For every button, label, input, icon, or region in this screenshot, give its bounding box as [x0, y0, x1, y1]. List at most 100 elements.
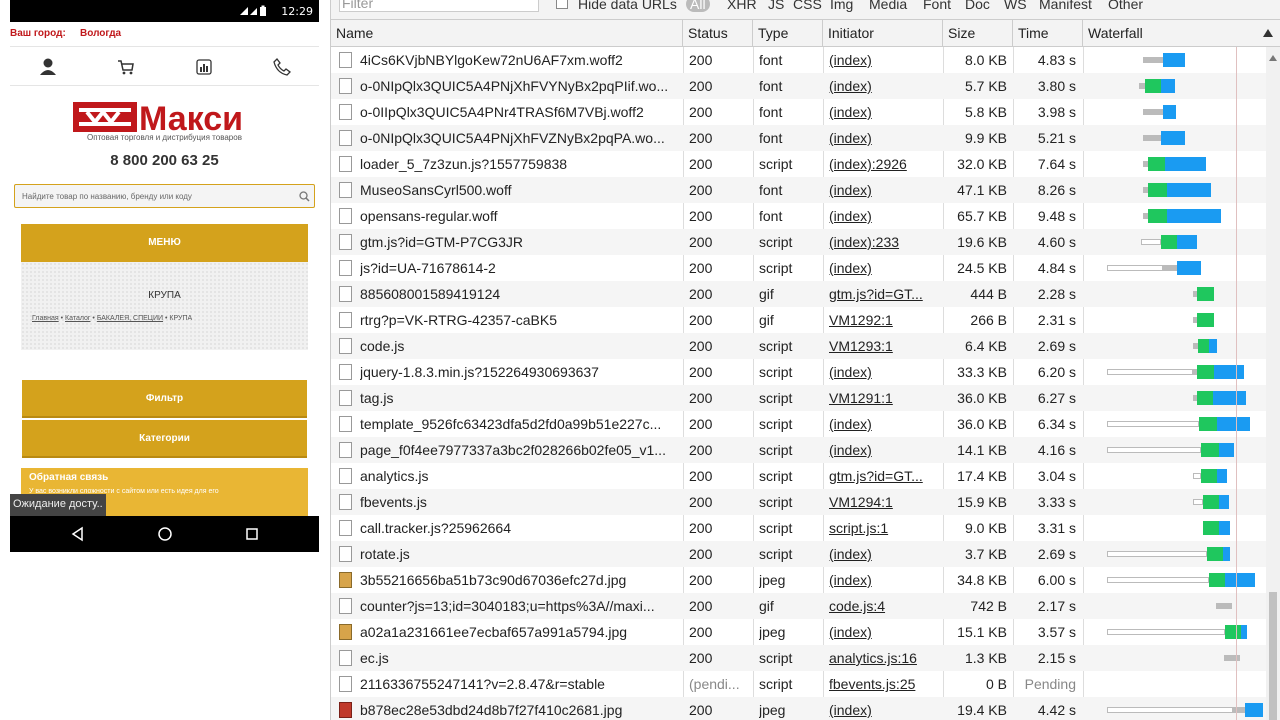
request-initiator[interactable]: VM1292:1	[829, 307, 937, 333]
request-initiator[interactable]: script.js:1	[829, 515, 937, 541]
cart-icon[interactable]	[116, 57, 136, 77]
column-name[interactable]: Name	[331, 20, 683, 47]
request-row[interactable]: o-0NIpQlx3QUIC5A4PNjXhFVYNyBx2pqPIif.wo.…	[331, 73, 1280, 99]
request-initiator[interactable]: fbevents.js:25	[829, 671, 937, 697]
column-initiator[interactable]: Initiator	[823, 20, 943, 47]
request-row[interactable]: 2116336755247141?v=2.8.47&r=stable (pendi…	[331, 671, 1280, 697]
request-row[interactable]: call.tracker.js?25962664 200 script script.…	[331, 515, 1280, 541]
request-row[interactable]: ec.js 200 script analytics.js:16 1.3 KB 2.15 …	[331, 645, 1280, 671]
waterfall-queued-segment	[1163, 265, 1177, 271]
filter-font[interactable]: Font	[923, 0, 951, 12]
request-initiator[interactable]: gtm.js?id=GT...	[829, 463, 937, 489]
request-initiator[interactable]: code.js:4	[829, 593, 937, 619]
request-initiator[interactable]: (index):2926	[829, 151, 937, 177]
column-type[interactable]: Type	[753, 20, 823, 47]
request-row[interactable]: jquery-1.8.3.min.js?152264930693637 200 sc…	[331, 359, 1280, 385]
file-icon	[339, 182, 352, 198]
back-icon[interactable]	[70, 526, 86, 542]
filter-other[interactable]: Other	[1108, 0, 1143, 12]
request-initiator[interactable]: (index)	[829, 619, 937, 645]
search-icon[interactable]	[299, 191, 310, 202]
home-icon[interactable]	[157, 526, 173, 542]
breadcrumb-grocery[interactable]: БАКАЛЕЯ, СПЕЦИИ	[97, 315, 163, 322]
filter-css[interactable]: CSS	[793, 0, 822, 12]
filter-img[interactable]: Img	[830, 0, 853, 12]
request-initiator[interactable]: (index)	[829, 359, 937, 385]
request-initiator[interactable]: (index)	[829, 177, 937, 203]
menu-button[interactable]: МЕНЮ	[21, 224, 308, 262]
filter-js[interactable]: JS	[768, 0, 784, 12]
filter-media[interactable]: Media	[869, 0, 907, 12]
table-scrollbar[interactable]	[1266, 47, 1280, 720]
request-row[interactable]: tag.js 200 script VM1291:1 36.0 KB 6.27 s	[331, 385, 1280, 411]
request-initiator[interactable]: VM1293:1	[829, 333, 937, 359]
request-row[interactable]: 4iCs6KVjbNBYlgoKew72nU6AF7xm.woff2 200 fon…	[331, 47, 1280, 73]
column-status[interactable]: Status	[683, 20, 753, 47]
request-row[interactable]: o-0NIpQlx3QUIC5A4PNjXhFVZNyBx2pqPA.wo...…	[331, 125, 1280, 151]
hotline-number[interactable]: 8 800 200 63 25	[10, 152, 319, 169]
request-row[interactable]: js?id=UA-71678614-2 200 script (index) 24.5 …	[331, 255, 1280, 281]
request-row[interactable]: 885608001589419124 200 gif gtm.js?id=GT... 4…	[331, 281, 1280, 307]
user-icon[interactable]	[38, 57, 58, 77]
file-icon	[339, 130, 352, 146]
request-initiator[interactable]: (index)	[829, 541, 937, 567]
request-initiator[interactable]: (index)	[829, 73, 937, 99]
filter-input[interactable]: Filter	[339, 0, 539, 12]
sort-ascending-icon[interactable]	[1263, 29, 1273, 37]
column-size[interactable]: Size	[943, 20, 1013, 47]
filter-ws[interactable]: WS	[1004, 0, 1027, 12]
request-row[interactable]: code.js 200 script VM1293:1 6.4 KB 2.69 s	[331, 333, 1280, 359]
request-row[interactable]: o-0IIpQlx3QUIC5A4PNr4TRASf6M7VBj.woff2 20…	[331, 99, 1280, 125]
request-row[interactable]: 3b55216656ba51b73c90d67036efc27d.jpg 200 j…	[331, 567, 1280, 593]
column-waterfall[interactable]: Waterfall	[1083, 20, 1280, 47]
request-row[interactable]: MuseoSansCyrl500.woff 200 font (index) 47.1 …	[331, 177, 1280, 203]
request-initiator[interactable]: (index)	[829, 437, 937, 463]
maxi-logo[interactable]: Макси	[73, 98, 257, 138]
request-initiator[interactable]: (index)	[829, 203, 937, 229]
scroll-up-icon[interactable]	[1269, 55, 1277, 61]
request-initiator[interactable]: (index)	[829, 47, 937, 73]
request-time: 3.04 s	[1037, 468, 1076, 484]
file-icon	[339, 156, 352, 172]
filter-manifest[interactable]: Manifest	[1039, 0, 1092, 12]
product-search-input[interactable]: Найдите товар по названию, бренду или ко…	[14, 184, 315, 208]
request-row[interactable]: loader_5_7z3zun.js?1557759838 200 script (i…	[331, 151, 1280, 177]
request-initiator[interactable]: (index)	[829, 567, 937, 593]
request-row[interactable]: a02a1a231661ee7ecbaf657a991a5794.jpg 200 j…	[331, 619, 1280, 645]
filter-button[interactable]: Фильтр	[22, 380, 307, 418]
request-row[interactable]: rtrg?p=VK-RTRG-42357-caBK5 200 gif VM1292:1…	[331, 307, 1280, 333]
breadcrumb-home[interactable]: Главная	[32, 315, 59, 322]
request-initiator[interactable]: VM1294:1	[829, 489, 937, 515]
request-row[interactable]: analytics.js 200 script gtm.js?id=GT... 17.4…	[331, 463, 1280, 489]
column-time[interactable]: Time	[1013, 20, 1083, 47]
request-initiator[interactable]: (index)	[829, 255, 937, 281]
request-row[interactable]: page_f0f4ee7977337a3bc2f028266b02fe05_v1…	[331, 437, 1280, 463]
city-selector[interactable]: Вологда	[80, 28, 121, 39]
hide-data-urls-checkbox[interactable]	[556, 0, 568, 9]
request-row[interactable]: gtm.js?id=GTM-P7CG3JR 200 script (index):23…	[331, 229, 1280, 255]
scrollbar-thumb[interactable]	[1269, 592, 1277, 720]
request-name: code.js	[360, 338, 405, 354]
request-row[interactable]: rotate.js 200 script (index) 3.7 KB 2.69 s	[331, 541, 1280, 567]
categories-button[interactable]: Категории	[22, 420, 307, 458]
request-initiator[interactable]: gtm.js?id=GT...	[829, 281, 937, 307]
request-row[interactable]: opensans-regular.woff 200 font (index) 65.7 …	[331, 203, 1280, 229]
request-initiator[interactable]: (index)	[829, 697, 937, 720]
filter-all[interactable]: All	[686, 0, 710, 12]
filter-xhr[interactable]: XHR	[727, 0, 757, 12]
request-row[interactable]: b878ec28e53dbd24d8b7f27f410c2681.jpg 200 j…	[331, 697, 1280, 720]
phone-icon[interactable]	[272, 57, 292, 77]
request-initiator[interactable]: analytics.js:16	[829, 645, 937, 671]
recents-icon[interactable]	[244, 526, 260, 542]
request-initiator[interactable]: (index):233	[829, 229, 937, 255]
stats-icon[interactable]	[194, 57, 214, 77]
request-row[interactable]: counter?js=13;id=3040183;u=https%3A//max…	[331, 593, 1280, 619]
request-row[interactable]: template_9526fc63423dfa5d2fd0a99b51e227c…	[331, 411, 1280, 437]
request-initiator[interactable]: (index)	[829, 125, 937, 151]
request-row[interactable]: fbevents.js 200 script VM1294:1 15.9 KB 3.33 …	[331, 489, 1280, 515]
filter-doc[interactable]: Doc	[965, 0, 990, 12]
request-initiator[interactable]: (index)	[829, 411, 937, 437]
request-initiator[interactable]: VM1291:1	[829, 385, 937, 411]
request-initiator[interactable]: (index)	[829, 99, 937, 125]
breadcrumb-catalog[interactable]: Каталог	[65, 315, 90, 322]
